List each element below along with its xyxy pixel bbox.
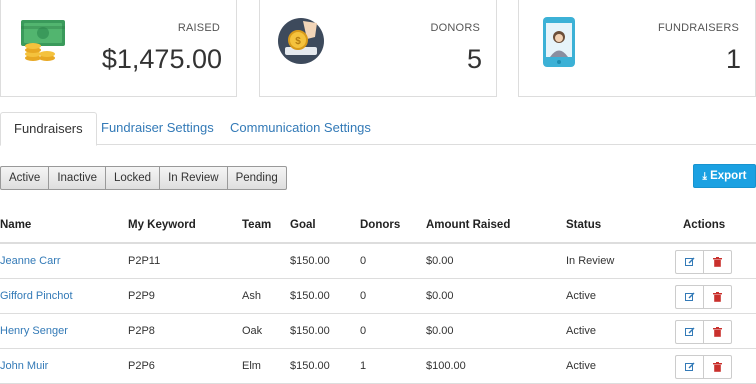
- status-cell: Active: [566, 325, 596, 337]
- filter-active-button[interactable]: Active: [0, 166, 50, 190]
- keyword-cell: P2P8: [128, 325, 155, 337]
- donors-cell: 1: [360, 360, 367, 372]
- delete-button[interactable]: [703, 250, 732, 274]
- col-header-name: Name: [0, 219, 32, 231]
- export-label: Export: [710, 170, 747, 182]
- delete-button[interactable]: [703, 285, 732, 309]
- donors-label: DONORS: [430, 22, 480, 34]
- tab-bar: Fundraisers Fundraiser Settings Communic…: [0, 112, 756, 146]
- filter-locked-button[interactable]: Locked: [104, 166, 161, 190]
- donors-cell: 0: [360, 290, 367, 302]
- fundraiser-name-link[interactable]: John Muir: [0, 360, 48, 372]
- donors-value: 5: [466, 44, 482, 74]
- raised-stat-card: RAISED $1,475.00: [0, 0, 237, 97]
- amount-cell: $0.00: [426, 255, 454, 267]
- donors-cell: 0: [360, 325, 367, 337]
- table-row: Jeanne Carr P2P11 $150.00 0 $0.00 In Rev…: [0, 244, 756, 279]
- edit-icon: [684, 257, 694, 266]
- fundraiser-name-link[interactable]: Jeanne Carr: [0, 255, 61, 267]
- goal-cell: $150.00: [290, 290, 330, 302]
- trash-icon: [713, 327, 722, 337]
- status-cell: Active: [566, 290, 596, 302]
- export-button[interactable]: ⤓ Export: [693, 164, 756, 188]
- goal-cell: $150.00: [290, 325, 330, 337]
- edit-button[interactable]: [675, 285, 704, 309]
- table-row: Henry Senger P2P8 Oak $150.00 0 $0.00 Ac…: [0, 314, 756, 349]
- edit-icon: [684, 327, 694, 336]
- edit-icon: [684, 292, 694, 301]
- phone-person-icon: [542, 16, 576, 73]
- trash-icon: [713, 292, 722, 302]
- col-header-amount: Amount Raised: [426, 219, 511, 231]
- raised-label: RAISED: [177, 22, 220, 34]
- team-cell: Oak: [242, 325, 263, 337]
- col-header-actions: Actions: [683, 219, 726, 231]
- fundraisers-label: FUNDRAISERS: [657, 22, 739, 34]
- edit-icon: [684, 362, 694, 371]
- amount-cell: $0.00: [426, 290, 454, 302]
- team-cell: Elm: [242, 360, 261, 372]
- trash-icon: [713, 362, 722, 372]
- col-header-status: Status: [566, 219, 602, 231]
- edit-button[interactable]: [675, 250, 704, 274]
- trash-icon: [713, 257, 722, 267]
- donors-cell: 0: [360, 255, 367, 267]
- edit-button[interactable]: [675, 320, 704, 344]
- fundraiser-name-link[interactable]: Henry Senger: [0, 325, 68, 337]
- delete-button[interactable]: [703, 320, 732, 344]
- keyword-cell: P2P6: [128, 360, 155, 372]
- col-header-donors: Donors: [360, 219, 401, 231]
- keyword-cell: P2P11: [128, 255, 161, 267]
- svg-text:$: $: [295, 36, 301, 47]
- table-row: John Muir P2P6 Elm $150.00 1 $100.00 Act…: [0, 349, 756, 384]
- raised-value: $1,475.00: [101, 44, 222, 74]
- fundraisers-stat-card: FUNDRAISERS 1: [518, 0, 756, 97]
- tab-fundraiser-settings[interactable]: Fundraiser Settings: [88, 112, 227, 146]
- fundraiser-name-link[interactable]: Gifford Pinchot: [0, 290, 73, 302]
- col-header-goal: Goal: [290, 219, 316, 231]
- donors-stat-card: $ DONORS 5: [259, 0, 497, 97]
- delete-button[interactable]: [703, 355, 732, 379]
- money-stack-icon: [19, 18, 69, 69]
- edit-button[interactable]: [675, 355, 704, 379]
- amount-cell: $0.00: [426, 325, 454, 337]
- tab-fundraisers[interactable]: Fundraisers: [0, 112, 97, 146]
- fundraisers-value: 1: [725, 44, 741, 74]
- status-cell: In Review: [566, 255, 615, 267]
- col-header-keyword: My Keyword: [128, 219, 196, 231]
- filter-in-review-button[interactable]: In Review: [159, 166, 228, 190]
- tab-communication-settings[interactable]: Communication Settings: [217, 112, 384, 146]
- status-cell: Active: [566, 360, 596, 372]
- coin-donation-icon: $: [277, 17, 325, 70]
- amount-cell: $100.00: [426, 360, 466, 372]
- filter-inactive-button[interactable]: Inactive: [48, 166, 106, 190]
- keyword-cell: P2P9: [128, 290, 155, 302]
- filter-pending-button[interactable]: Pending: [226, 166, 287, 190]
- team-cell: Ash: [242, 290, 261, 302]
- goal-cell: $150.00: [290, 255, 330, 267]
- table-row: Gifford Pinchot P2P9 Ash $150.00 0 $0.00…: [0, 279, 756, 314]
- status-filter-group: Active Inactive Locked In Review Pending: [0, 166, 287, 190]
- col-header-team: Team: [242, 219, 272, 231]
- download-icon: ⤓: [702, 171, 707, 182]
- goal-cell: $150.00: [290, 360, 330, 372]
